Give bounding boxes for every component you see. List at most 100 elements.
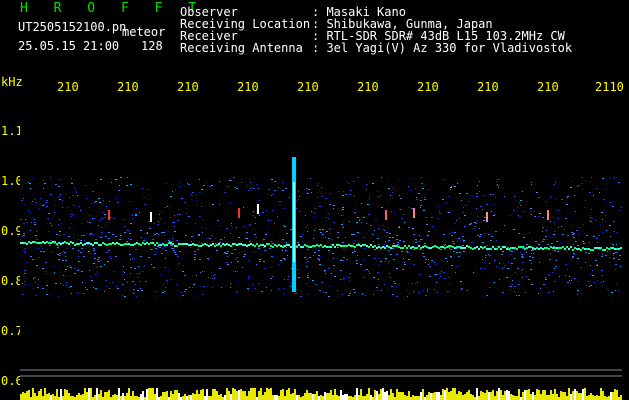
noise-pixel	[78, 269, 80, 270]
noise-pixel	[247, 228, 248, 229]
noise-pixel	[555, 266, 557, 267]
noise-pixel	[545, 277, 546, 278]
level-bar	[592, 395, 594, 400]
noise-pixel	[179, 251, 181, 252]
noise-pixel	[452, 232, 453, 233]
noise-pixel	[390, 254, 392, 255]
trace-segment	[506, 248, 508, 250]
trace-segment	[560, 247, 562, 249]
level-bar	[208, 396, 210, 400]
noise-pixel	[480, 234, 482, 235]
noise-pixel	[288, 276, 289, 277]
noise-pixel	[384, 244, 386, 245]
noise-pixel	[529, 232, 530, 233]
level-bar	[454, 388, 456, 400]
noise-pixel	[342, 227, 344, 228]
trace-segment	[618, 248, 620, 250]
noise-pixel	[443, 234, 445, 235]
level-bar	[148, 388, 150, 400]
trace-segment	[50, 242, 52, 244]
noise-pixel	[89, 270, 90, 271]
noise-pixel	[373, 241, 374, 242]
level-bar	[312, 394, 314, 400]
noise-pixel	[409, 293, 410, 294]
noise-pixel	[55, 184, 57, 185]
noise-pixel	[319, 229, 321, 230]
noise-pixel	[327, 210, 328, 211]
noise-pixel	[112, 282, 113, 283]
trace-segment	[214, 245, 216, 247]
noise-pixel	[115, 236, 117, 237]
noise-pixel	[248, 278, 249, 279]
noise-pixel	[274, 190, 276, 191]
noise-pixel	[113, 271, 115, 272]
noise-pixel	[84, 240, 85, 241]
noise-pixel	[543, 284, 545, 285]
trace-segment	[516, 248, 518, 250]
noise-pixel	[194, 259, 196, 260]
level-bar	[98, 394, 100, 400]
noise-pixel	[401, 229, 403, 230]
trace-segment	[192, 243, 194, 245]
trace-segment	[60, 243, 62, 245]
noise-pixel	[530, 269, 532, 270]
noise-pixel	[258, 283, 260, 284]
noise-pixel	[575, 241, 577, 242]
trace-segment	[28, 241, 30, 243]
noise-pixel	[62, 285, 64, 286]
trace-segment	[546, 247, 548, 249]
noise-pixel	[577, 281, 578, 282]
noise-pixel	[258, 248, 260, 249]
trace-segment	[252, 244, 254, 246]
noise-pixel	[572, 225, 573, 226]
level-bar	[506, 390, 508, 400]
noise-pixel	[230, 233, 231, 234]
noise-pixel	[59, 199, 61, 200]
noise-pixel	[458, 238, 460, 239]
noise-pixel	[321, 187, 322, 188]
noise-pixel	[203, 185, 205, 186]
noise-pixel	[307, 275, 308, 276]
noise-pixel	[372, 183, 374, 184]
noise-pixel	[256, 237, 257, 238]
noise-pixel	[569, 276, 570, 277]
noise-pixel	[156, 233, 158, 234]
noise-pixel	[184, 291, 186, 292]
noise-pixel	[326, 231, 328, 232]
noise-pixel	[360, 243, 362, 244]
noise-pixel	[476, 196, 478, 197]
level-bar	[572, 391, 574, 400]
noise-pixel	[65, 256, 66, 257]
noise-pixel	[392, 248, 394, 249]
noise-pixel	[94, 254, 95, 255]
noise-pixel	[441, 260, 442, 261]
level-bar	[428, 392, 430, 400]
noise-pixel	[412, 263, 413, 264]
noise-pixel	[317, 258, 319, 259]
noise-pixel	[66, 284, 67, 285]
noise-pixel	[460, 240, 461, 241]
noise-pixel	[290, 282, 291, 283]
trace-segment	[268, 243, 270, 245]
trace-segment	[450, 245, 452, 247]
noise-pixel	[571, 259, 572, 260]
level-bar	[124, 396, 126, 400]
noise-pixel	[299, 196, 300, 197]
noise-pixel	[514, 258, 515, 259]
noise-pixel	[297, 242, 299, 243]
level-bar	[362, 396, 364, 400]
trace-segment	[378, 246, 380, 248]
level-bar	[78, 393, 80, 400]
noise-pixel	[54, 272, 55, 273]
noise-pixel	[589, 220, 590, 221]
noise-pixel	[274, 223, 275, 224]
noise-pixel	[309, 257, 311, 258]
noise-pixel	[484, 195, 485, 196]
noise-pixel	[252, 284, 254, 285]
noise-pixel	[474, 222, 476, 223]
noise-pixel	[154, 223, 155, 224]
noise-pixel	[115, 179, 117, 180]
noise-pixel	[485, 255, 487, 256]
level-bar	[322, 396, 324, 400]
noise-pixel	[216, 250, 218, 251]
